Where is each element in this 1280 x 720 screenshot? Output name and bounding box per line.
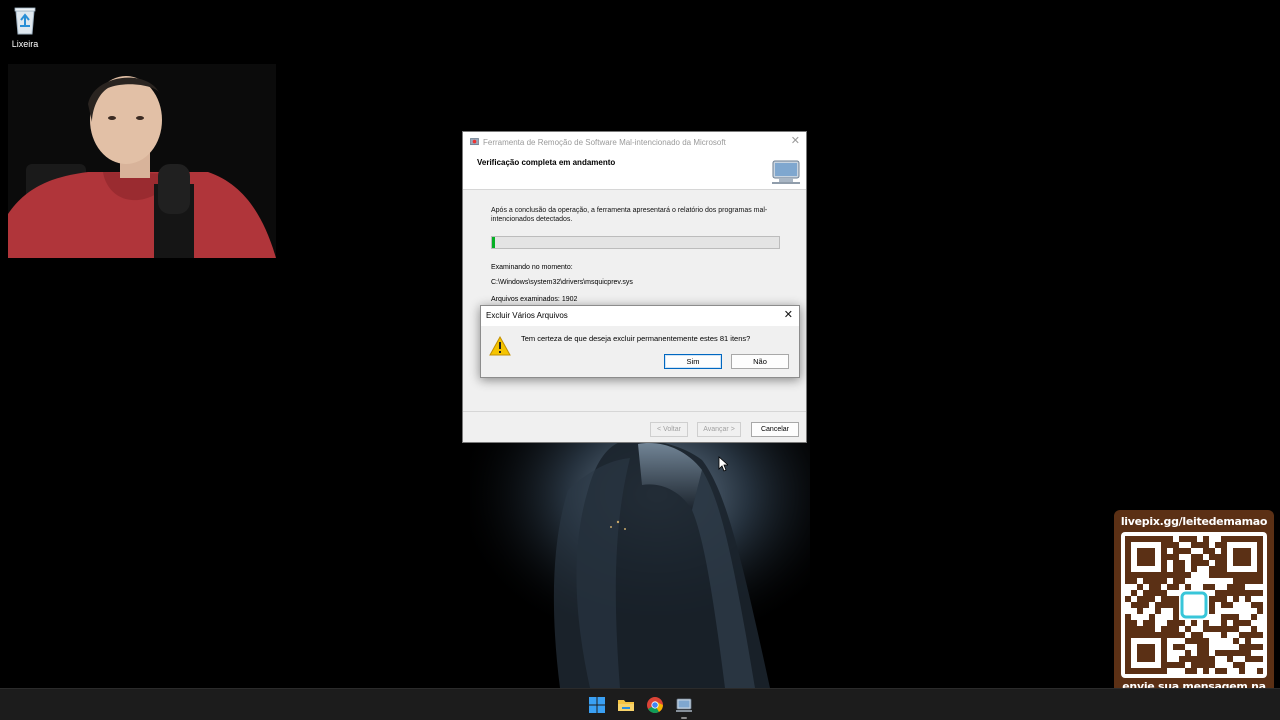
confirm-dialog-title: Excluir Vários Arquivos <box>486 311 568 320</box>
start-icon[interactable] <box>588 696 606 714</box>
msrt-taskbar-icon[interactable] <box>675 696 693 714</box>
webcam-person-image <box>8 64 276 258</box>
livepix-url: livepix.gg/leitedemamao <box>1120 515 1268 528</box>
webcam-overlay <box>8 64 276 258</box>
delete-confirm-dialog: Excluir Vários Arquivos ✕ Tem certeza de… <box>480 305 800 378</box>
no-button[interactable]: Não <box>731 354 789 369</box>
msrt-window-title: Ferramenta de Remoção de Software Mal-in… <box>483 137 726 147</box>
confirm-titlebar[interactable]: Excluir Vários Arquivos ✕ <box>481 306 799 326</box>
chrome-icon[interactable] <box>646 696 664 714</box>
msrt-window: Ferramenta de Remoção de Software Mal-in… <box>462 131 807 443</box>
msrt-computer-icon <box>772 160 800 184</box>
confirm-message: Tem certeza de que deseja excluir perman… <box>521 334 751 343</box>
mouse-cursor-icon <box>718 456 728 472</box>
scanned-files-count: Arquivos examinados: 1902 <box>491 296 578 303</box>
msrt-app-icon <box>470 137 479 145</box>
msrt-description: Após a conclusão da operação, a ferramen… <box>491 207 768 223</box>
scan-progress-fill <box>492 237 495 248</box>
msrt-footer: < Voltar Avançar > Cancelar <box>463 411 806 442</box>
recycle-bin-icon <box>14 7 36 35</box>
back-button[interactable]: < Voltar <box>650 422 688 437</box>
next-button[interactable]: Avançar > <box>697 422 741 437</box>
desktop-icon-recycle-bin[interactable]: Lixeira <box>4 4 46 49</box>
yes-button[interactable]: Sim <box>664 354 722 369</box>
livepix-overlay: livepix.gg/leitedemamao envie sua mensag… <box>1114 510 1274 714</box>
taskbar <box>0 688 1280 720</box>
confirm-close-button[interactable]: ✕ <box>784 309 793 321</box>
scanning-file-path: C:\Windows\system32\drivers\msquicprev.s… <box>491 279 633 286</box>
msrt-heading: Verificação completa em andamento <box>477 158 616 167</box>
pix-qr-code <box>1121 532 1267 678</box>
desktop-icon-label: Lixeira <box>11 39 39 49</box>
file-explorer-icon[interactable] <box>617 696 635 714</box>
scanning-label: Examinando no momento: <box>491 264 573 271</box>
active-app-indicator <box>681 717 687 719</box>
wallpaper-figure-image <box>470 430 810 688</box>
cancel-button[interactable]: Cancelar <box>751 422 799 437</box>
qr-center-logo <box>1180 591 1208 619</box>
msrt-titlebar[interactable]: Ferramenta de Remoção de Software Mal-in… <box>463 132 806 152</box>
msrt-header: Verificação completa em andamento <box>463 152 806 190</box>
qr-code-image <box>1125 536 1263 674</box>
msrt-close-button[interactable]: ✕ <box>791 135 800 147</box>
scan-progress-bar <box>491 236 780 249</box>
warning-icon <box>489 336 511 356</box>
